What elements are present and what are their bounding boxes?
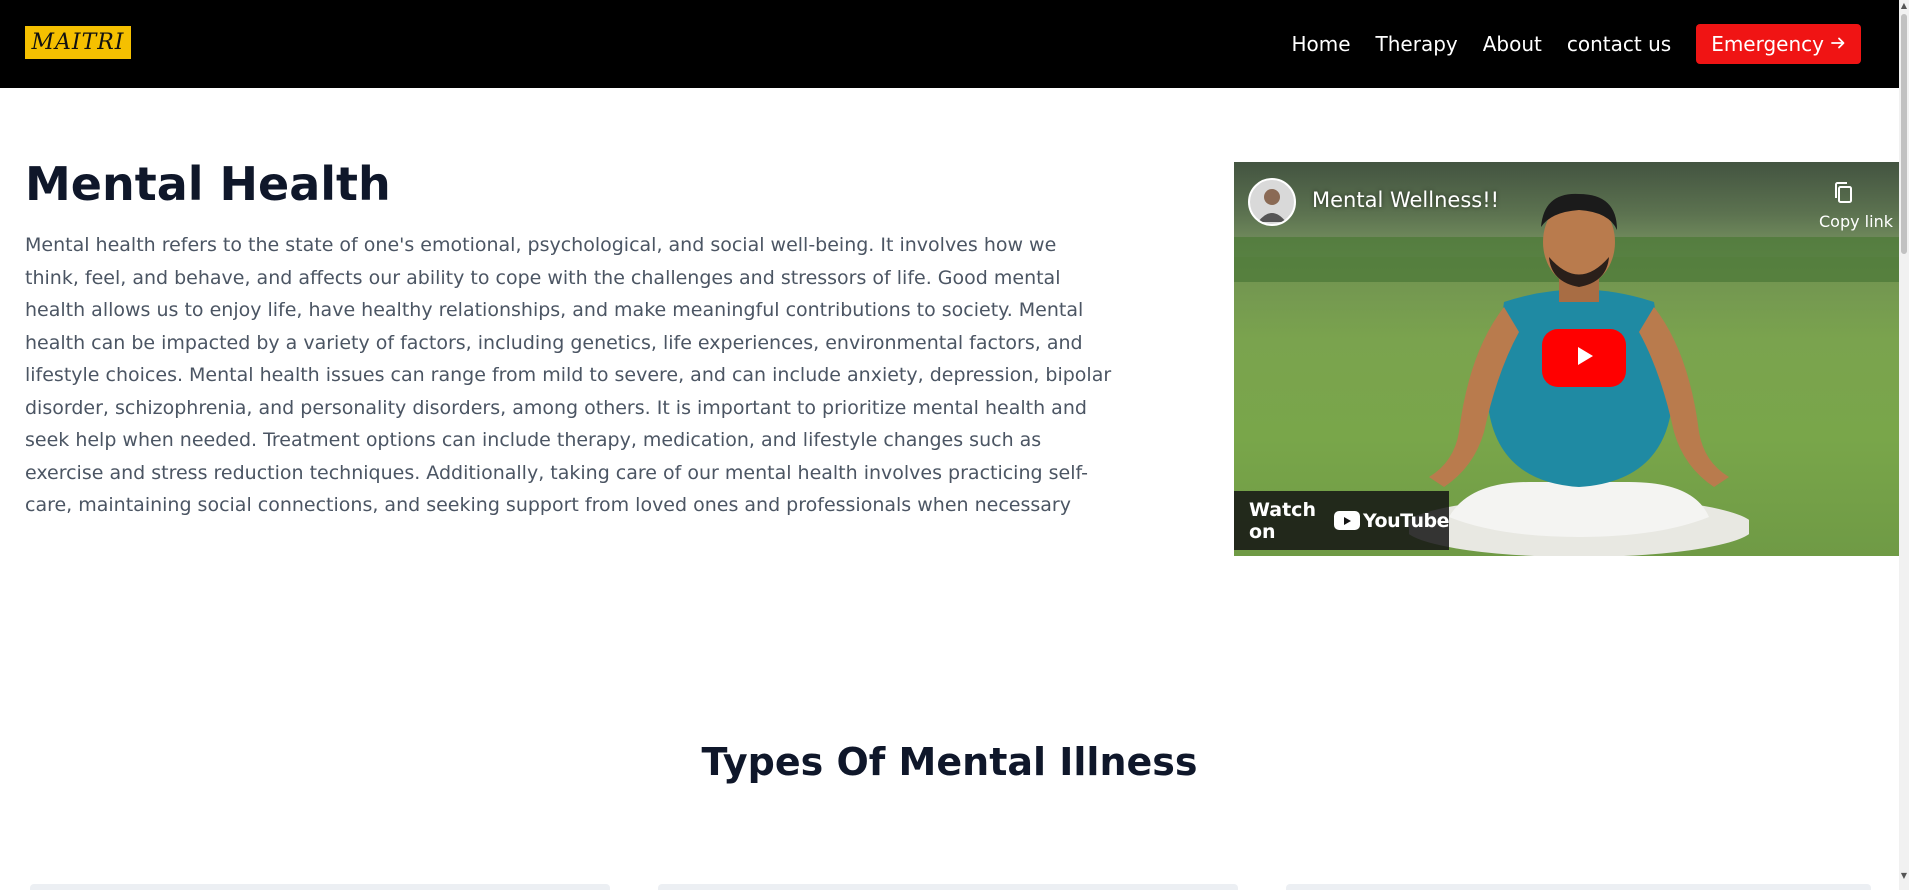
site-logo[interactable]: MAITRI: [25, 26, 131, 59]
play-button[interactable]: [1542, 329, 1626, 387]
watch-on-youtube-button[interactable]: Watch on YouTube: [1234, 491, 1449, 550]
emergency-label: Emergency: [1711, 32, 1824, 56]
scroll-up-icon[interactable]: ▲: [1900, 2, 1908, 10]
video-title[interactable]: Mental Wellness!!: [1312, 188, 1499, 212]
scroll-down-icon[interactable]: ▼: [1900, 872, 1908, 880]
illness-card-top: [1286, 884, 1871, 890]
arrow-right-icon: [1830, 32, 1846, 56]
navbar: MAITRI Home Therapy About contact us Eme…: [0, 0, 1899, 88]
youtube-logo: YouTube: [1334, 510, 1449, 532]
nav-link-home[interactable]: Home: [1291, 32, 1350, 56]
illness-card-top: [658, 884, 1238, 890]
page-scrollbar[interactable]: ▲ ▼: [1899, 0, 1909, 890]
hero-description: Mental health refers to the state of one…: [25, 234, 1112, 516]
section-title: Types Of Mental Illness: [701, 740, 1198, 784]
youtube-play-icon: [1334, 511, 1361, 530]
page: MAITRI Home Therapy About contact us Eme…: [0, 0, 1899, 890]
page-title: Mental Health: [25, 157, 391, 211]
play-icon: [1571, 343, 1597, 373]
nav-link-about[interactable]: About: [1483, 32, 1542, 56]
emergency-button[interactable]: Emergency: [1696, 24, 1861, 64]
watch-on-label: Watch on: [1249, 498, 1316, 543]
copy-icon: [1831, 180, 1857, 206]
nav-links: Home Therapy About contact us Emergency: [1291, 24, 1861, 64]
youtube-wordmark: YouTube: [1363, 509, 1449, 532]
illness-card-top: [30, 884, 610, 890]
copy-link-label: Copy link: [1819, 212, 1893, 231]
video-embed[interactable]: Mental Wellness!! Copy link Watch on You…: [1234, 162, 1899, 556]
nav-link-contact[interactable]: contact us: [1567, 32, 1671, 56]
nav-link-therapy[interactable]: Therapy: [1376, 32, 1458, 56]
channel-avatar[interactable]: [1248, 178, 1296, 226]
copy-link-button[interactable]: Copy link: [1819, 180, 1899, 231]
scrollbar-thumb[interactable]: [1901, 14, 1907, 254]
